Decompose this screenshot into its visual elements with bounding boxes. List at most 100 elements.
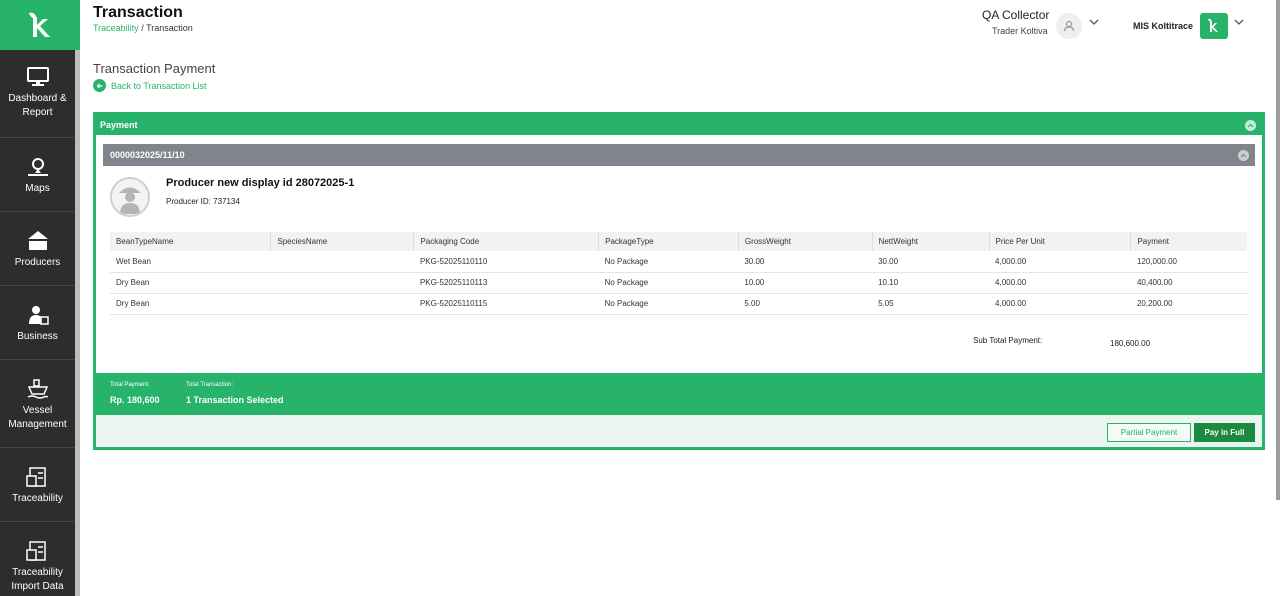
table-cell: No Package [598,293,739,315]
vessel-icon [27,379,48,399]
breadcrumb: Traceability / Transaction [93,23,193,33]
table-cell: 40,400.00 [1130,272,1247,294]
traceability-icon [25,467,46,487]
map-pin-icon [27,158,48,176]
table-cell: 4,000.00 [989,251,1131,273]
table-header-row: BeanTypeName SpeciesName Packaging Code … [110,232,1247,251]
user-role: Trader Koltiva [992,26,1048,36]
column-header: BeanTypeName [110,232,272,251]
table-row: Dry Bean PKG-52025110113 No Package 10.0… [110,272,1247,294]
page-title: Transaction Payment [93,61,216,76]
page-scrollbar[interactable] [1276,0,1280,500]
user-icon [1064,21,1074,32]
column-header: NettWeight [872,232,990,251]
app-logo[interactable] [0,0,80,50]
table-cell: PKG-52025110113 [413,272,599,294]
chevron-down-icon[interactable] [1089,18,1099,26]
table-cell: 5.05 [872,293,990,315]
column-header: Payment [1130,232,1247,251]
sidebar-item-maps[interactable]: Maps [0,156,75,196]
sidebar-scrollbar[interactable] [75,50,80,596]
table-cell [270,251,414,273]
sidebar-item-vessel-management[interactable]: Vessel Management [0,378,75,432]
sidebar-divider [0,447,75,448]
chevron-down-icon[interactable] [1234,18,1244,26]
transaction-header: 0000032025/11/10 [103,144,1255,166]
table-cell: PKG-52025110110 [413,251,599,273]
koltiva-logo-icon [1208,18,1218,32]
organization-name: MIS Koltitrace [1133,21,1194,31]
total-payment-value: Rp. 180,600 [110,395,160,405]
back-link-label: Back to Transaction List [111,80,207,91]
chevron-up-icon[interactable] [1238,149,1249,161]
pay-in-full-button[interactable]: Pay in Full [1194,423,1255,442]
table-cell [270,293,414,315]
subtotal-value: 180,600.00 [1110,339,1151,348]
page-header-title: Transaction [93,4,183,21]
farmer-avatar-icon [119,187,141,214]
sidebar-item-business[interactable]: Business [0,304,75,344]
arrow-left-icon [93,79,106,92]
column-header: SpeciesName [270,232,415,251]
table-cell: Dry Bean [110,293,271,315]
table-cell: 10.00 [738,272,873,294]
total-payment-label: Total Payment: [110,382,150,388]
sidebar-item-traceability[interactable]: Traceability [0,466,75,506]
sidebar-divider [0,285,75,286]
sidebar-item-label: Maps [25,183,50,194]
table-cell: PKG-52025110115 [413,293,599,315]
sidebar-item-label: Dashboard & Report [8,93,67,118]
sidebar-item-traceability-import-data[interactable]: Traceability Import Data [0,540,75,594]
table-cell: Wet Bean [110,251,271,273]
sidebar-item-label: Traceability [12,493,63,504]
payment-summary-bar: Total Payment: Rp. 180,600 Total Transac… [96,373,1262,415]
sidebar-item-label: Traceability Import Data [11,567,64,592]
monitor-icon [26,67,49,86]
table-cell: No Package [598,272,739,294]
table-cell: 120,000.00 [1130,251,1247,273]
import-data-icon [25,541,46,561]
partial-payment-button[interactable]: Partial Payment [1107,423,1191,442]
table-cell: 4,000.00 [989,272,1131,294]
producer-id: Producer ID: 737134 [166,197,240,206]
table-cell: Dry Bean [110,272,271,294]
payment-panel: Payment 0000032025/11/10 Producer new di… [93,112,1265,450]
table-cell: 30.00 [738,251,873,273]
producer-avatar [110,177,150,217]
sidebar-item-label: Business [17,331,58,342]
back-to-transaction-list-link[interactable]: Back to Transaction List [93,79,207,92]
sidebar-item-label: Producers [14,257,61,268]
sidebar-item-dashboard[interactable]: Dashboard & Report [0,66,75,120]
breadcrumb-link-traceability[interactable]: Traceability [93,23,139,33]
sidebar: Dashboard & Report Maps Producers Busine… [0,0,80,596]
sidebar-item-producers[interactable]: Producers [0,230,75,270]
table-cell: 5.00 [738,293,873,315]
total-transaction-value: 1 Transaction Selected [186,395,284,405]
breadcrumb-current: Transaction [146,23,193,33]
organization-logo[interactable] [1200,13,1228,39]
producers-icon [27,231,48,250]
business-icon [28,306,49,325]
chevron-up-icon[interactable] [1245,119,1256,131]
column-header: Price Per Unit [989,232,1132,251]
table-row: Wet Bean PKG-52025110110 No Package 30.0… [110,251,1247,273]
payment-panel-header: Payment [96,115,1262,135]
breadcrumb-separator: / [141,23,144,33]
sidebar-divider [0,137,75,138]
subtotal-label: Sub Total Payment: [973,336,1043,345]
table-cell: 10.10 [872,272,990,294]
producer-name: Producer new display id 28072025-1 [166,177,355,189]
table-cell [270,272,414,294]
table-row: Dry Bean PKG-52025110115 No Package 5.00… [110,293,1247,315]
sidebar-item-label: Vessel Management [8,405,67,430]
user-name: QA Collector [982,8,1050,22]
sidebar-divider [0,211,75,212]
koltiva-logo-icon [29,12,50,37]
payment-action-bar: Partial Payment Pay in Full [96,415,1262,447]
column-header: PackageType [598,232,739,251]
user-avatar[interactable] [1056,13,1082,39]
sidebar-divider [0,521,75,522]
table-cell: 4,000.00 [989,293,1131,315]
payment-panel-title: Payment [100,120,138,130]
table-cell: 20,200.00 [1130,293,1247,315]
